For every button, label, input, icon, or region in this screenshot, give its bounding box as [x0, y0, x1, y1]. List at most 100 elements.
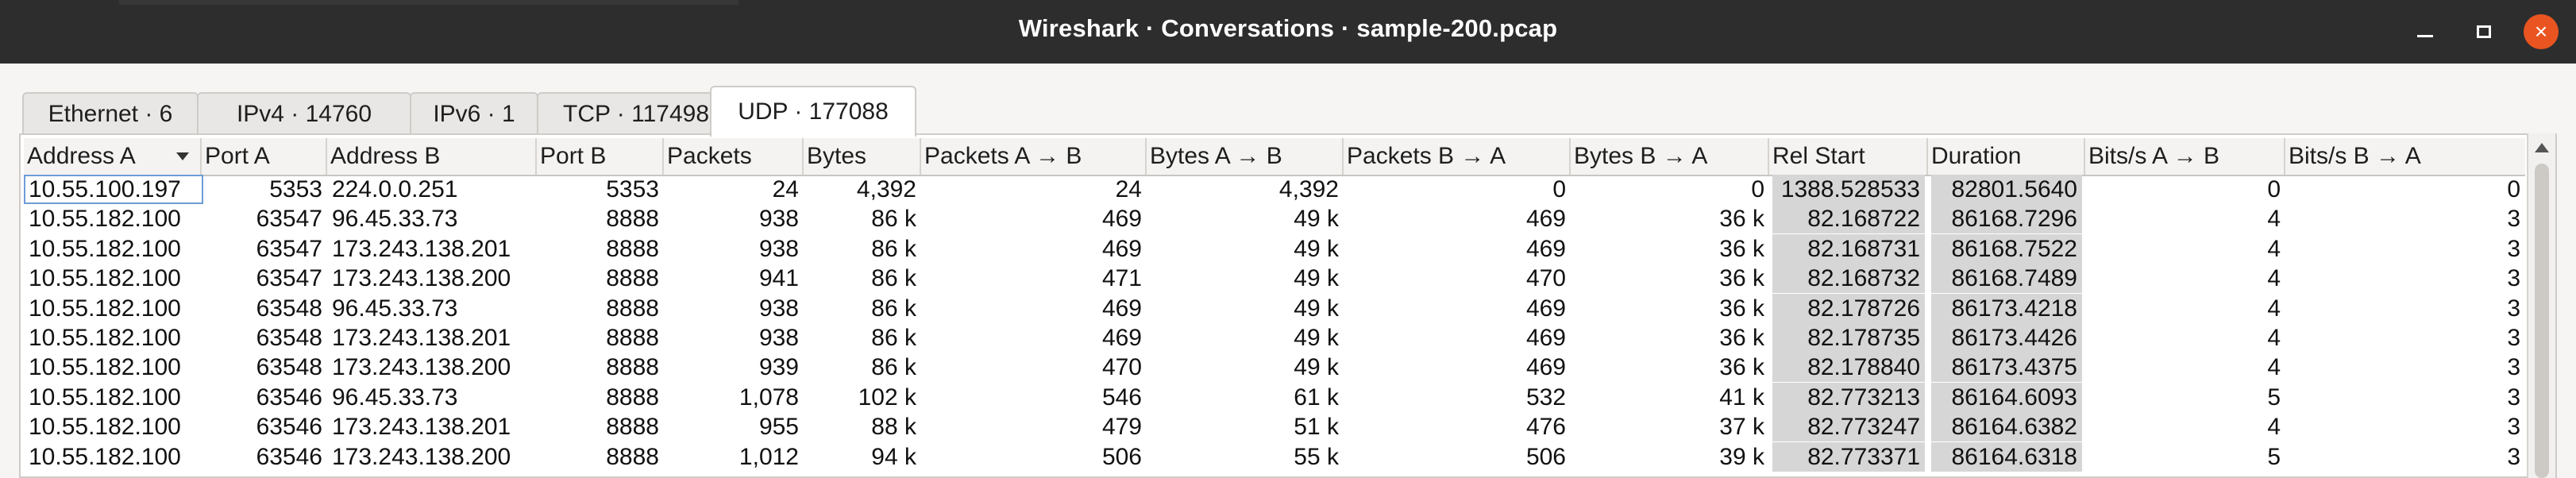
cell-rel-start: 82.773213	[1772, 382, 1925, 412]
cell-port-a: 63547	[256, 265, 322, 292]
column-header-port-a[interactable]: Port A	[202, 138, 327, 175]
cell-address-a: 10.55.182.100	[29, 384, 181, 411]
maximize-button[interactable]	[2466, 14, 2501, 49]
cell-bytes-b-to-a: 36 k	[1719, 354, 1764, 381]
cell-rel-start: 82.773247	[1772, 412, 1925, 442]
column-header-duration[interactable]: Duration	[1928, 138, 2085, 175]
cell-address-b: 173.243.138.200	[332, 265, 511, 292]
table-row[interactable]: 10.55.182.100 63547 173.243.138.201 8888 938…	[24, 233, 2525, 264]
cell-bits-per-sec-b-to-a: 3	[2507, 265, 2520, 292]
cell-bits-per-sec-a-to-b: 4	[2267, 414, 2281, 441]
tab-ethernet[interactable]: Ethernet · 6	[22, 92, 199, 135]
conversations-window: Wireshark · Conversations · sample-200.p…	[0, 0, 2576, 478]
cell-port-a: 63546	[256, 384, 322, 411]
cell-bytes: 88 k	[871, 414, 916, 441]
cell-bits-per-sec-a-to-b: 4	[2267, 235, 2281, 262]
cell-port-a: 63546	[256, 443, 322, 470]
cell-bytes-a-to-b: 49 k	[1294, 206, 1339, 233]
cell-rel-start: 82.168722	[1772, 204, 1925, 234]
title-bar-artifact	[119, 0, 738, 5]
tab-tcp[interactable]: TCP · 117498	[537, 92, 735, 135]
column-header-packets-b-to-a[interactable]: Packets B → A	[1344, 138, 1571, 175]
cell-port-a: 63546	[256, 414, 322, 441]
column-header-bits-per-sec-a-to-b[interactable]: Bits/s A → B	[2085, 138, 2285, 175]
cell-bits-per-sec-a-to-b: 4	[2267, 206, 2281, 233]
scrollbar-thumb[interactable]	[2535, 164, 2549, 478]
cell-address-a: 10.55.182.100	[29, 265, 181, 292]
cell-packets-a-to-b: 479	[1101, 414, 1142, 441]
minimize-button[interactable]	[2408, 14, 2443, 49]
table-row[interactable]: 10.55.182.100 63546 173.243.138.200 8888 1,0…	[24, 441, 2525, 472]
cell-address-a: 10.55.182.100	[29, 354, 181, 381]
table-row[interactable]: 10.55.100.197 5353 224.0.0.251 5353 24 4,392 2…	[24, 175, 2525, 204]
cell-rel-start: 82.178840	[1772, 353, 1925, 383]
tab-udp[interactable]: UDP · 177088	[710, 86, 916, 137]
table-row[interactable]: 10.55.182.100 63547 96.45.33.73 8888 938 86 k…	[24, 204, 2525, 234]
cell-address-a: 10.55.100.197	[24, 175, 203, 204]
cell-bits-per-sec-a-to-b: 4	[2267, 354, 2281, 381]
table-row[interactable]: 10.55.182.100 63548 173.243.138.201 8888 938…	[24, 323, 2525, 353]
cell-bits-per-sec-b-to-a: 3	[2507, 354, 2520, 381]
cell-port-b: 5353	[606, 176, 659, 202]
cell-packets: 1,012	[738, 443, 799, 470]
cell-duration: 86164.6382	[1931, 412, 2082, 442]
column-header-packets-a-to-b[interactable]: Packets A → B	[921, 138, 1147, 175]
cell-duration: 86173.4426	[1931, 323, 2082, 353]
column-header-address-a[interactable]: Address A	[24, 138, 202, 175]
vertical-scrollbar[interactable]	[2527, 133, 2555, 478]
column-header-rel-start[interactable]: Rel Start	[1769, 138, 1928, 175]
close-icon: ×	[2534, 19, 2548, 44]
cell-packets-b-to-a: 506	[1525, 443, 1566, 470]
cell-rel-start: 82.168731	[1772, 233, 1925, 264]
cell-bits-per-sec-a-to-b: 4	[2267, 265, 2281, 292]
title-bar[interactable]: Wireshark · Conversations · sample-200.p…	[0, 0, 2576, 64]
cell-address-b: 96.45.33.73	[332, 295, 458, 322]
cell-rel-start: 82.168732	[1772, 264, 1925, 294]
cell-bytes-a-to-b: 49 k	[1294, 295, 1339, 322]
tab-label: Ethernet · 6	[48, 101, 173, 127]
cell-packets-a-to-b: 469	[1101, 295, 1142, 322]
scroll-up-arrow-icon[interactable]	[2535, 143, 2549, 152]
column-header-port-b[interactable]: Port B	[537, 138, 664, 175]
tab-ipv4[interactable]: IPv4 · 14760	[197, 92, 411, 135]
table-row[interactable]: 10.55.182.100 63546 173.243.138.201 8888 955…	[24, 412, 2525, 442]
cell-packets-b-to-a: 469	[1525, 235, 1566, 262]
cell-port-a: 63547	[256, 235, 322, 262]
cell-address-a: 10.55.182.100	[29, 206, 181, 233]
cell-bytes: 86 k	[871, 295, 916, 322]
cell-bits-per-sec-b-to-a: 0	[2507, 176, 2520, 202]
column-header-bytes[interactable]: Bytes	[804, 138, 921, 175]
cell-packets: 1,078	[738, 384, 799, 411]
cell-bytes: 94 k	[871, 443, 916, 470]
cell-bytes-b-to-a: 36 k	[1719, 235, 1764, 262]
maximize-icon	[2477, 25, 2491, 38]
table-row[interactable]: 10.55.182.100 63547 173.243.138.200 8888 941…	[24, 264, 2525, 294]
cell-packets-a-to-b: 24	[1115, 176, 1142, 202]
cell-packets-b-to-a: 532	[1525, 384, 1566, 411]
table-row[interactable]: 10.55.182.100 63548 96.45.33.73 8888 938 86 k…	[24, 293, 2525, 323]
cell-packets: 941	[758, 265, 799, 292]
cell-packets-a-to-b: 469	[1101, 325, 1142, 351]
cell-bytes-b-to-a: 36 k	[1719, 295, 1764, 322]
table-row[interactable]: 10.55.182.100 63548 173.243.138.200 8888 939…	[24, 353, 2525, 383]
cell-bytes-b-to-a: 36 k	[1719, 265, 1764, 292]
cell-port-b: 8888	[606, 265, 659, 292]
close-button[interactable]: ×	[2524, 14, 2559, 49]
column-header-bytes-b-to-a[interactable]: Bytes B → A	[1571, 138, 1769, 175]
table-row[interactable]: 10.55.182.100 63546 96.45.33.73 8888 1,078 10…	[24, 382, 2525, 412]
tab-ipv6[interactable]: IPv6 · 1	[410, 92, 538, 135]
cell-duration: 86164.6093	[1931, 382, 2082, 412]
cell-port-b: 8888	[606, 443, 659, 470]
column-header-packets[interactable]: Packets	[664, 138, 804, 175]
cell-packets-b-to-a: 469	[1525, 354, 1566, 381]
column-header-bits-per-sec-b-to-a[interactable]: Bits/s B → A	[2285, 138, 2525, 175]
column-header-address-b[interactable]: Address B	[327, 138, 537, 175]
cell-packets-a-to-b: 469	[1101, 206, 1142, 233]
cell-bits-per-sec-b-to-a: 3	[2507, 414, 2520, 441]
cell-bits-per-sec-b-to-a: 3	[2507, 235, 2520, 262]
column-header-bytes-a-to-b[interactable]: Bytes A → B	[1147, 138, 1344, 175]
cell-address-a: 10.55.182.100	[29, 295, 181, 322]
cell-port-b: 8888	[606, 206, 659, 233]
cell-bytes-a-to-b: 49 k	[1294, 325, 1339, 351]
cell-port-b: 8888	[606, 295, 659, 322]
